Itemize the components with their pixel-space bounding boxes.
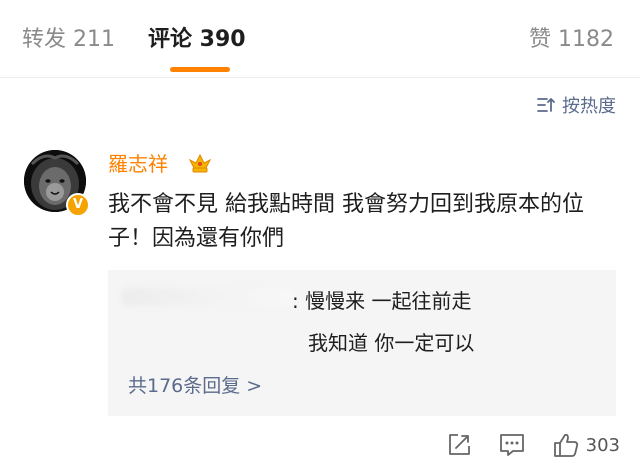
blurred-reply-author [122, 288, 292, 306]
share-icon [448, 434, 470, 455]
tab-divider [0, 77, 640, 78]
tab-likes[interactable]: 赞 1182 [529, 24, 614, 56]
tab-comments[interactable]: 评论 390 [148, 24, 246, 56]
sort-button[interactable]: 按热度 [536, 92, 616, 118]
comment-username[interactable]: 羅志祥 [108, 150, 168, 178]
comment-actions: 303 [420, 430, 620, 460]
comment-text: 我不會不見 給我點時間 我會努力回到我原本的位子！因為還有你們 [108, 192, 584, 251]
reply-line: : 慢慢来 一起往前走 [292, 289, 472, 313]
like-button[interactable]: 303 [552, 432, 620, 458]
verified-icon: V [66, 193, 90, 217]
sort-icon [537, 98, 555, 112]
share-button[interactable] [446, 432, 472, 458]
replies-preview[interactable]: : 慢慢来 一起往前走 我知道 你一定可以 共176条回复 > [108, 270, 616, 416]
comment-button[interactable] [498, 432, 526, 458]
like-icon [553, 433, 578, 457]
like-count: 303 [585, 434, 620, 456]
comment-icon [499, 434, 524, 456]
view-all-replies-link[interactable]: 共176条回复 > [128, 371, 262, 401]
active-tab-indicator [170, 67, 230, 72]
tab-bar: 转发 211 评论 390 赞 1182 [0, 0, 640, 80]
crown-icon [188, 153, 212, 173]
sort-label: 按热度 [562, 96, 616, 117]
reply-line: 我知道 你一定可以 [308, 331, 475, 355]
tab-repost[interactable]: 转发 211 [22, 24, 115, 56]
